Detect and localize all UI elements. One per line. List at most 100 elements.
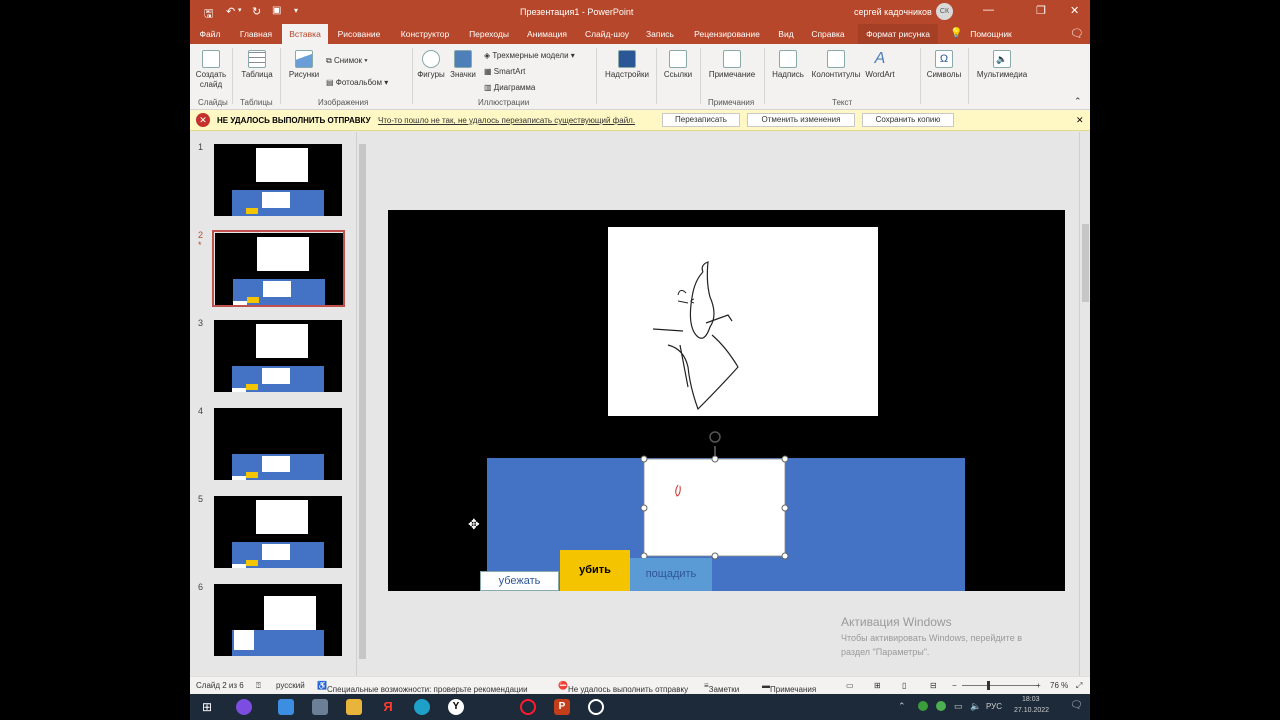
discard-changes-button[interactable]: Отменить изменения	[747, 113, 855, 127]
thumbnails-scrollbar[interactable]	[356, 132, 368, 676]
wordart-button[interactable]: A WordArt	[862, 50, 898, 80]
media-button[interactable]: 🔈 Мультимедиа	[972, 50, 1032, 80]
undo-icon[interactable]: ↶	[226, 5, 235, 18]
recorder-icon[interactable]	[588, 699, 604, 715]
fit-slide-icon[interactable]: ⤢	[1076, 681, 1082, 691]
3d-models-button[interactable]: ◈ Трехмерные модели ▾	[484, 51, 575, 60]
snapshot-button[interactable]: ⧉ Снимок ▾	[326, 56, 368, 66]
symbols-button[interactable]: Ω Символы	[924, 50, 964, 80]
pictures-button[interactable]: Рисунки	[286, 50, 322, 80]
slideshow-view-icon[interactable]: ⊟	[930, 681, 937, 690]
tab-help[interactable]: Справка	[806, 24, 850, 44]
spellcheck-icon[interactable]: ⍰	[256, 681, 261, 691]
slide-thumbnail-5[interactable]	[214, 496, 342, 568]
tab-animations[interactable]: Анимация	[522, 24, 572, 44]
tab-design[interactable]: Конструктор	[394, 24, 456, 44]
undo-dropdown-icon[interactable]: ▾	[238, 6, 242, 14]
tab-assistant[interactable]: Помощник	[964, 24, 1018, 44]
mail-icon[interactable]	[278, 699, 294, 715]
network-icon[interactable]: ▭	[954, 701, 963, 712]
clock-date[interactable]: 27.10.2022	[1014, 707, 1049, 714]
kill-button[interactable]: убить	[560, 550, 630, 591]
folder-icon[interactable]	[346, 699, 362, 715]
close-button[interactable]: ✕	[1070, 4, 1079, 17]
icons-button[interactable]: Значки	[448, 50, 478, 80]
restore-button[interactable]: ❐	[1036, 4, 1046, 17]
chart-button[interactable]: ▥ Диаграмма	[484, 83, 535, 92]
redo-icon[interactable]: ↻	[252, 5, 261, 18]
overwrite-button[interactable]: Перезаписать	[662, 113, 740, 127]
tab-insert[interactable]: Вставка	[282, 24, 328, 44]
tab-slideshow[interactable]: Слайд-шоу	[580, 24, 634, 44]
header-footer-button[interactable]: Колонтитулы	[808, 50, 864, 80]
slideshow-start-icon[interactable]: ▣	[272, 5, 281, 16]
customize-toolbar-icon[interactable]: ▾	[294, 6, 298, 15]
edge-icon[interactable]	[414, 699, 430, 715]
tab-record[interactable]: Запись	[642, 24, 678, 44]
slide-canvas[interactable]: убежать убить пощадить ✥	[388, 210, 1065, 591]
slide-thumbnail-2[interactable]	[215, 233, 343, 305]
tab-transitions[interactable]: Переходы	[464, 24, 514, 44]
tray-shield-icon[interactable]	[936, 701, 946, 711]
save-copy-button[interactable]: Сохранить копию	[862, 113, 954, 127]
photo-album-button[interactable]: ▤ Фотоальбом ▾	[326, 78, 388, 87]
zoom-in-button[interactable]: +	[1036, 681, 1041, 690]
message-text[interactable]: Что-то пошло не так, не удалось перезапи…	[378, 116, 635, 125]
tab-review[interactable]: Рецензирование	[686, 24, 768, 44]
reading-view-icon[interactable]: ▯	[902, 681, 906, 690]
tab-file[interactable]: Файл	[194, 24, 226, 44]
table-button[interactable]: Таблица	[238, 50, 276, 80]
selection-handles[interactable]	[638, 426, 792, 562]
zoom-out-button[interactable]: −	[952, 681, 957, 690]
tab-home[interactable]: Главная	[234, 24, 278, 44]
addins-button[interactable]: Надстройки	[600, 50, 654, 80]
comments-button[interactable]: ▬ Примечания	[762, 681, 816, 694]
tab-picture-format[interactable]: Формат рисунка	[858, 24, 938, 44]
tray-chevron-icon[interactable]: ⌃	[898, 701, 906, 712]
send-failed-status[interactable]: ⛔ Не удалось выполнить отправку	[558, 681, 688, 694]
assistant-icon[interactable]	[236, 699, 252, 715]
shapes-button[interactable]: Фигуры	[416, 50, 446, 80]
scroll-thumb[interactable]	[1082, 224, 1089, 302]
zoom-level[interactable]: 76 %	[1050, 681, 1068, 690]
minimize-button[interactable]: —	[983, 4, 994, 16]
notifications-icon[interactable]: 🗨	[1070, 700, 1083, 711]
accessibility-status[interactable]: ♿ Специальные возможности: проверьте рек…	[317, 681, 528, 694]
lightbulb-icon[interactable]: 💡	[950, 28, 962, 39]
textbox-button[interactable]: Надпись	[768, 50, 808, 80]
scroll-thumb[interactable]	[359, 144, 366, 659]
user-name[interactable]: сергей кадочников	[854, 7, 932, 17]
comment-button[interactable]: Примечание	[704, 50, 760, 80]
slide-sorter-icon[interactable]: ⊞	[874, 681, 881, 690]
slide-thumbnail-1[interactable]	[214, 144, 342, 216]
powerpoint-icon[interactable]: P	[554, 699, 570, 715]
normal-view-icon[interactable]: ▭	[846, 681, 854, 690]
tab-view[interactable]: Вид	[774, 24, 798, 44]
language-indicator[interactable]: русский	[276, 681, 305, 690]
drawing-image[interactable]	[608, 227, 878, 416]
tab-draw[interactable]: Рисование	[334, 24, 384, 44]
windows-start-icon[interactable]: ⊞	[202, 699, 218, 715]
slide-thumbnail-4[interactable]	[214, 408, 342, 480]
slide-thumbnail-3[interactable]	[214, 320, 342, 392]
clock-time[interactable]: 18:03	[1022, 696, 1040, 703]
notes-button[interactable]: ≡ Заметки	[704, 681, 739, 694]
slide-thumbnail-6[interactable]	[214, 584, 342, 656]
avatar[interactable]: СК	[936, 3, 953, 20]
input-language[interactable]: РУС	[986, 702, 1002, 711]
opera-icon[interactable]	[520, 699, 536, 715]
zoom-slider-thumb[interactable]	[987, 681, 990, 690]
save-icon[interactable]: 🖫	[204, 5, 213, 24]
close-message-icon[interactable]: ✕	[1076, 115, 1084, 126]
zoom-slider[interactable]	[962, 685, 1038, 686]
run-away-button[interactable]: убежать	[480, 571, 559, 591]
camera-icon[interactable]	[312, 699, 328, 715]
yandex-browser-icon[interactable]: Y	[448, 699, 464, 715]
smartart-button[interactable]: ▦ SmartArt	[484, 67, 525, 76]
create-slide-button[interactable]: Создать слайд	[194, 50, 228, 90]
links-button[interactable]: Ссылки	[660, 50, 696, 80]
yandex-icon[interactable]: Я	[380, 699, 396, 715]
spare-button[interactable]: пощадить	[630, 558, 712, 591]
comments-icon[interactable]: 🗨	[1070, 27, 1084, 40]
volume-icon[interactable]: 🔈	[970, 701, 981, 712]
